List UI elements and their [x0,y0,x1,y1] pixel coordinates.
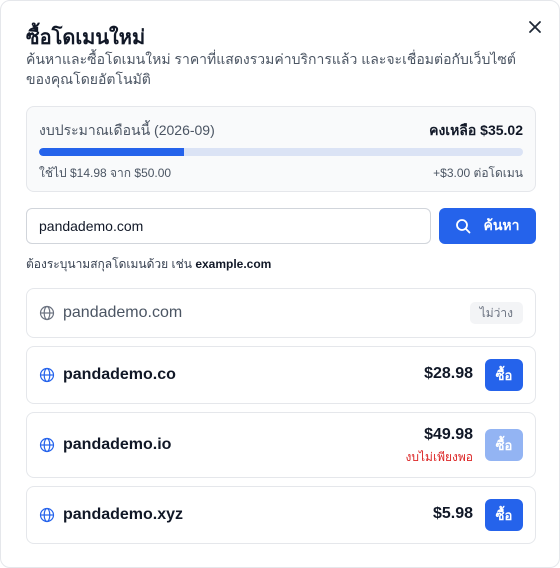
domain-name: pandademo.com [63,304,183,321]
search-icon [456,219,471,234]
budget-panel: งบประมาณเดือนนี้ (2026-09) คงเหลือ $35.0… [26,106,536,192]
domain-price: $49.98 [424,426,473,443]
budget-per-domain: +$3.00 ต่อโดเมน [433,166,523,180]
domain-name: pandademo.xyz [63,506,184,523]
close-button[interactable] [523,15,547,39]
domain-name: pandademo.io [63,436,172,453]
domain-name: pandademo.co [63,366,176,383]
globe-icon [39,507,55,523]
buy-button[interactable]: ซื้อ [485,499,523,531]
search-hint: ต้องระบุนามสกุลโดเมนด้วย เช่น example.co… [26,255,271,274]
budget-used: ใช้ไป $14.98 จาก $50.00 [39,166,172,180]
globe-icon [39,305,55,321]
search-button[interactable]: ค้นหา [439,208,536,244]
globe-icon [39,367,55,383]
dialog-subtitle: ค้นหาและซื้อโดเมนใหม่ ราคาที่แสดงรวมค่าบ… [26,51,517,87]
budget-remaining: คงเหลือ $35.02 [429,122,523,138]
budget-label: งบประมาณเดือนนี้ (2026-09) [39,122,215,138]
hint-example: example.com [195,257,272,271]
globe-icon [39,437,55,453]
budget-progress-track [39,148,523,156]
domain-result-row: pandademo.io $49.98 งบไม่เพียงพอ ซื้อ [26,412,536,478]
domain-result-row: pandademo.co $28.98 ซื้อ [26,346,536,404]
hint-text: ต้องระบุนามสกุลโดเมนด้วย เช่น [26,257,192,271]
budget-progress-fill [39,148,184,156]
close-icon [529,21,541,33]
domain-search-input[interactable] [26,208,431,244]
domain-result-row: pandademo.xyz $5.98 ซื้อ [26,486,536,544]
unavailable-badge: ไม่ว่าง [469,302,523,324]
buy-domain-dialog: ซื้อโดเมนใหม่ ค้นหาและซื้อโดเมนใหม่ ราคา… [0,0,560,568]
insufficient-budget-warning: งบไม่เพียงพอ [405,450,473,464]
domain-price: $5.98 [432,505,473,522]
domain-result-row: pandademo.com ไม่ว่าง [26,288,536,338]
buy-button[interactable]: ซื้อ [485,359,523,391]
domain-price: $28.98 [424,365,473,382]
search-button-label: ค้นหา [483,217,520,233]
buy-button-disabled[interactable]: ซื้อ [485,429,523,461]
